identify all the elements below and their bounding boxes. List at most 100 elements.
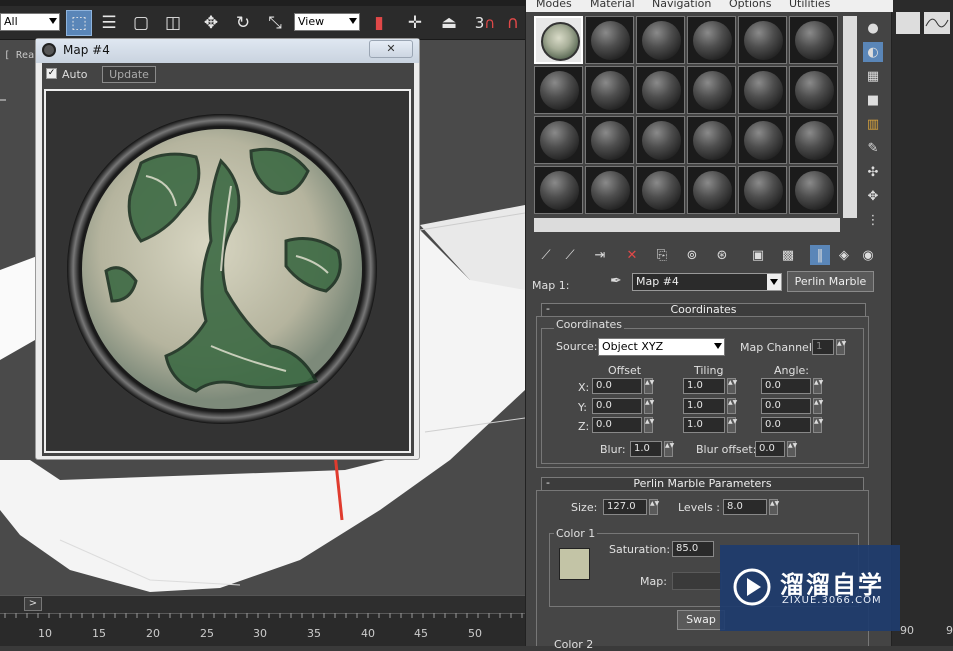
reset-map-icon[interactable]: ✕ <box>622 245 642 265</box>
sample-slot[interactable] <box>789 116 838 164</box>
eyedropper-icon[interactable]: ✒ <box>610 273 622 289</box>
spinner-arrows-icon[interactable]: ▲▼ <box>727 417 737 433</box>
spinner-arrows-icon[interactable]: ▲▼ <box>787 441 797 457</box>
spinner-arrows-icon[interactable]: ▲▼ <box>644 378 654 394</box>
sample-slot-selected[interactable] <box>534 16 583 64</box>
assign-material-icon[interactable]: ⇥ <box>590 245 610 265</box>
blur-spinner[interactable]: 1.0 <box>630 441 662 457</box>
map-type-button[interactable]: Perlin Marble <box>787 271 874 292</box>
sample-slot[interactable] <box>738 66 787 114</box>
go-to-parent-icon[interactable]: ◈ <box>834 245 854 265</box>
spinner-arrows-icon[interactable]: ▲▼ <box>813 398 823 414</box>
rotate-icon[interactable]: ↻ <box>230 10 256 36</box>
map-name-dropdown[interactable] <box>767 274 781 290</box>
sample-slot[interactable] <box>738 16 787 64</box>
time-slider[interactable]: > <box>0 595 525 613</box>
menu-navigation[interactable]: Navigation <box>652 0 711 10</box>
sample-slot[interactable] <box>636 166 685 214</box>
sample-slot[interactable] <box>789 66 838 114</box>
sample-slot[interactable] <box>636 116 685 164</box>
next-frame-button[interactable]: > <box>24 597 42 611</box>
material-navigator-icon[interactable]: ⋮ <box>863 210 883 230</box>
sample-slot[interactable] <box>585 66 634 114</box>
move-icon[interactable]: ✥ <box>198 10 224 36</box>
angle-snap-icon[interactable]: ∩ <box>500 10 526 36</box>
spinner-arrows-icon[interactable]: ▲▼ <box>813 417 823 433</box>
sample-slot[interactable] <box>636 16 685 64</box>
saturation-spinner[interactable]: 85.0 <box>672 541 714 557</box>
angle-x-spinner[interactable]: 0.0 <box>761 378 811 394</box>
offset-y-spinner[interactable]: 0.0 <box>592 398 642 414</box>
sample-slot[interactable] <box>789 16 838 64</box>
sample-slot[interactable] <box>585 16 634 64</box>
keyboard-shortcut-icon[interactable]: ⏏ <box>436 10 462 36</box>
angle-y-spinner[interactable]: 0.0 <box>761 398 811 414</box>
sample-slot[interactable] <box>687 66 736 114</box>
sample-slot[interactable] <box>534 166 583 214</box>
levels-spinner[interactable]: 8.0 <box>723 499 767 515</box>
rect-selection-icon[interactable]: ▢ <box>128 10 154 36</box>
tiling-x-spinner[interactable]: 1.0 <box>683 378 725 394</box>
show-end-result-icon[interactable]: ‖ <box>810 245 830 265</box>
sample-type-icon[interactable]: ● <box>863 18 883 38</box>
coordinates-rollout-header[interactable]: - Coordinates <box>541 303 866 317</box>
auto-checkbox[interactable]: ✓ <box>46 68 57 79</box>
swap-button[interactable]: Swap <box>677 610 725 630</box>
select-manipulate-icon[interactable]: ✛ <box>402 10 428 36</box>
sample-slot[interactable] <box>636 66 685 114</box>
menu-options[interactable]: Options <box>729 0 771 10</box>
sample-slot[interactable] <box>585 116 634 164</box>
spinner-arrows-icon[interactable]: ▲▼ <box>644 398 654 414</box>
go-forward-sibling-icon[interactable]: ◉ <box>858 245 878 265</box>
spinner-arrows-icon[interactable]: ▲▼ <box>664 441 674 457</box>
slots-vertical-scrollbar[interactable] <box>843 16 857 218</box>
track-bar[interactable]: 10 15 20 25 30 35 40 45 50 <box>0 613 525 646</box>
sample-slot[interactable] <box>687 16 736 64</box>
spinner-arrows-icon[interactable]: ▲▼ <box>649 499 659 515</box>
blur-offset-spinner[interactable]: 0.0 <box>755 441 785 457</box>
map-channel-spinner[interactable]: 1 <box>812 339 834 355</box>
sample-slot[interactable] <box>534 66 583 114</box>
spinner-arrows-icon[interactable]: ▲▼ <box>813 378 823 394</box>
perlin-rollout-header[interactable]: - Perlin Marble Parameters <box>541 477 864 491</box>
menu-modes[interactable]: Modes <box>536 0 572 10</box>
make-unique-icon[interactable]: ⊚ <box>682 245 702 265</box>
select-object-icon[interactable]: ⬚ <box>66 10 92 36</box>
put-to-scene-icon[interactable]: ⟋ <box>560 245 580 265</box>
menu-material[interactable]: Material <box>590 0 635 10</box>
put-to-library-icon[interactable]: ⊛ <box>712 245 732 265</box>
background-icon[interactable]: ▦ <box>863 66 883 86</box>
options-icon[interactable]: ✣ <box>863 162 883 182</box>
slots-horizontal-scrollbar[interactable] <box>534 218 840 232</box>
selection-filter-dropdown[interactable]: All <box>0 13 60 31</box>
graph-icon[interactable] <box>896 12 920 34</box>
spinner-arrows-icon[interactable]: ▲▼ <box>769 499 779 515</box>
select-by-name-icon[interactable]: ☰ <box>96 10 122 36</box>
get-material-icon[interactable]: ⟋ <box>536 245 556 265</box>
select-by-material-icon[interactable]: ✥ <box>863 186 883 206</box>
menu-utilities[interactable]: Utilities <box>789 0 830 10</box>
angle-z-spinner[interactable]: 0.0 <box>761 417 811 433</box>
offset-z-spinner[interactable]: 0.0 <box>592 417 642 433</box>
source-dropdown[interactable]: Object XYZ <box>598 338 725 356</box>
close-button[interactable]: ✕ <box>369 40 413 58</box>
sample-slot[interactable] <box>789 166 838 214</box>
color1-swatch[interactable] <box>559 548 590 580</box>
map-window-titlebar[interactable]: Map #4 ✕ <box>36 39 419 63</box>
tiling-y-spinner[interactable]: 1.0 <box>683 398 725 414</box>
size-spinner[interactable]: 127.0 <box>603 499 647 515</box>
sample-slot[interactable] <box>687 116 736 164</box>
backlight-icon[interactable]: ◐ <box>863 42 883 62</box>
map-name-field[interactable]: Map #4 <box>632 273 782 291</box>
show-map-icon[interactable]: ▩ <box>778 245 798 265</box>
scale-icon[interactable]: ⤡ <box>262 10 288 36</box>
uv-tiling-icon[interactable]: ■ <box>863 90 883 110</box>
tiling-z-spinner[interactable]: 1.0 <box>683 417 725 433</box>
offset-x-spinner[interactable]: 0.0 <box>592 378 642 394</box>
sample-slot[interactable] <box>738 166 787 214</box>
make-preview-icon[interactable]: ✎ <box>863 138 883 158</box>
snap-toggle-icon[interactable]: 3 ∩ <box>472 10 498 36</box>
video-color-check-icon[interactable]: ▥ <box>863 114 883 134</box>
reference-coord-dropdown[interactable]: View <box>294 13 360 31</box>
sample-slot[interactable] <box>534 116 583 164</box>
